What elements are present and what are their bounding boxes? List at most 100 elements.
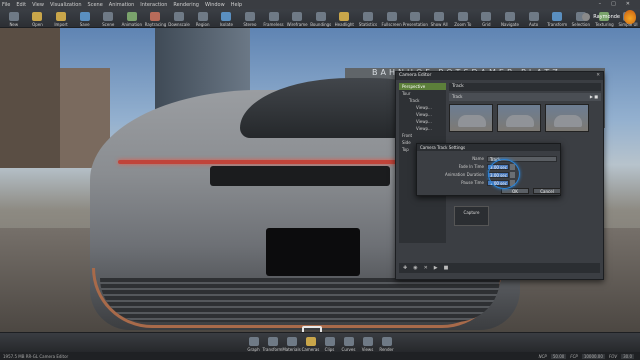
show-all-button[interactable]: Show All [427,9,451,27]
cancel-button[interactable]: Cancel [533,188,561,194]
fade-in-label: Fade In Time [458,164,484,169]
menu-interaction[interactable]: Interaction [140,2,167,8]
frameless-button[interactable]: Frameless [262,9,286,27]
region-button[interactable]: Region [191,9,215,27]
tree-item-viewpoint[interactable]: Viewp... [399,104,446,111]
play-icon[interactable]: ▶ ■ [590,94,598,100]
rear-grille [210,166,390,186]
rear-diffuser [100,278,500,322]
close-icon[interactable]: ✕ [596,73,600,79]
presentation-button[interactable]: Presentation [403,9,428,27]
stop-icon[interactable]: ■ [444,265,449,271]
fov-field[interactable]: 30.0 [621,353,634,359]
maximize-icon[interactable]: □ [611,1,616,7]
graph-button[interactable]: Graph [244,334,263,352]
tree-item-perspective[interactable]: Perspective [399,83,446,90]
wireframe-icon [292,12,303,21]
open-button[interactable]: Open [26,9,50,27]
track-section-header: Track [449,83,601,91]
track-row[interactable]: Track ▶ ■ [449,93,601,101]
menu-file[interactable]: File [2,2,10,8]
grid-button[interactable]: Grid [475,9,499,27]
camera-editor-title: Camera Editor [399,73,432,78]
animation-button[interactable]: Animation [120,9,144,27]
minimize-icon[interactable]: – [599,1,602,7]
menu-edit[interactable]: Edit [16,2,26,8]
viewpoint-thumbnail[interactable] [449,104,493,132]
clips-button[interactable]: Clips [320,334,339,352]
render-mode: RR-GL [25,353,39,359]
flame-logo-icon [624,10,636,24]
downscale-button[interactable]: Downscale [167,9,191,27]
ncp-label: NCP [538,353,547,359]
user-account[interactable]: Raymonde [582,13,620,21]
menu-rendering[interactable]: Rendering [173,2,199,8]
menu-animation[interactable]: Animation [109,2,135,8]
frameless-icon [268,12,279,21]
menu-scene[interactable]: Scene [88,2,103,8]
main-toolbar: New Open Import Save Scene Animation Ray… [0,9,640,28]
isolate-button[interactable]: Isolate [214,9,238,27]
new-icon [8,12,19,21]
track-settings-titlebar[interactable]: Camera Track Settings [417,144,560,151]
camera-editor-titlebar[interactable]: Camera Editor ✕ [396,72,603,80]
import-button[interactable]: Import [49,9,73,27]
curves-button[interactable]: Curves [339,334,358,352]
menu-view[interactable]: View [32,2,44,8]
add-icon[interactable]: ✚ [403,265,407,271]
transform-dock-button[interactable]: Transform [263,334,282,352]
capture-button[interactable]: Capture [454,206,489,226]
render-button[interactable]: Render [377,334,396,352]
menu-help[interactable]: Help [231,2,242,8]
clip-planes: NCP 50.00 FCP 10000.00 FOV 30.0 [538,353,634,359]
menu-visualization[interactable]: Visualization [50,2,82,8]
boundings-icon [315,12,326,21]
zoom-icon [457,12,468,21]
tree-item-track[interactable]: Track [399,97,446,104]
viewpoint-thumbnail[interactable] [497,104,541,132]
grid-icon [481,12,492,21]
fcp-label: FCP [570,353,578,359]
tree-item-tour[interactable]: Tour [399,90,446,97]
fcp-field[interactable]: 10000.00 [581,353,605,359]
close-icon[interactable]: ✕ [626,1,630,7]
boundings-button[interactable]: Boundings [309,9,333,27]
transform-button[interactable]: Transform [545,9,569,27]
wireframe-button[interactable]: Wireframe [285,9,309,27]
auto-button[interactable]: Auto [522,9,546,27]
delete-icon[interactable]: ✕ [424,265,428,271]
headlight-button[interactable]: Headlight [333,9,357,27]
viewpoint-thumbnails [449,104,601,132]
presentation-icon [410,12,421,21]
materials-button[interactable]: Materials [282,334,301,352]
statistics-button[interactable]: Statistics [356,9,380,27]
save-icon [79,12,90,21]
navigate-icon [504,12,515,21]
tree-item-viewpoint[interactable]: Viewp... [399,118,446,125]
raytracing-icon [150,12,161,21]
tree-item-viewpoint[interactable]: Viewp... [399,125,446,132]
zoom-to-button[interactable]: Zoom To [451,9,475,27]
menu-window[interactable]: Window [205,2,225,8]
user-name: Raymonde [593,14,620,20]
cameras-button[interactable]: Cameras [301,334,320,352]
tree-item-front[interactable]: Front [399,132,446,139]
save-button[interactable]: Save [73,9,97,27]
fullscreen-button[interactable]: Fullscreen [380,9,404,27]
play-icon[interactable]: ▶ [434,265,438,271]
fov-label: FOV [608,353,618,359]
raytracing-button[interactable]: Raytracing [144,9,168,27]
track-settings-title: Camera Track Settings [420,145,466,150]
viewpoint-thumbnail[interactable] [545,104,589,132]
fullscreen-icon [386,12,397,21]
stereo-button[interactable]: Stereo [238,9,262,27]
new-button[interactable]: New [2,9,26,27]
tree-item-viewpoint[interactable]: Viewp... [399,111,446,118]
track-row-label: Track [452,94,463,99]
views-button[interactable]: Views [358,334,377,352]
ncp-field[interactable]: 50.00 [550,353,567,359]
camera-icon[interactable]: ◉ [413,265,417,271]
scene-button[interactable]: Scene [96,9,120,27]
scene-icon [103,12,114,21]
navigate-button[interactable]: Navigate [498,9,522,27]
